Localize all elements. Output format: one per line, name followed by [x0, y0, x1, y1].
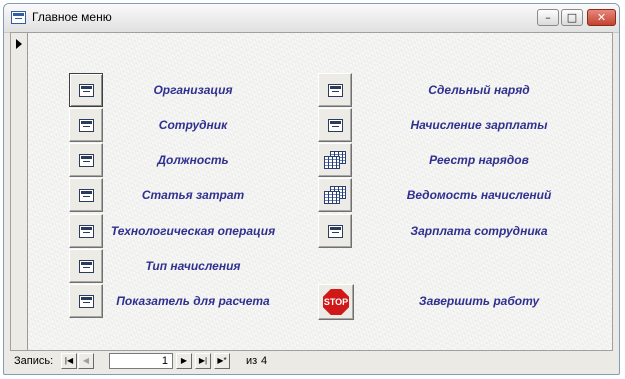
minimize-button[interactable]: –	[537, 9, 559, 26]
menu-button-nachislenie-zarplaty[interactable]	[318, 108, 352, 142]
of-label: из	[246, 355, 258, 367]
form-body: Организация Сотрудник Должность Статья затр…	[10, 32, 613, 351]
menu-button-dolzhnost[interactable]	[69, 143, 103, 177]
menu-label-sotrudnik[interactable]: Сотрудник	[105, 116, 281, 134]
menu-label-dolzhnost[interactable]: Должность	[105, 151, 281, 169]
main-menu-window: Главное меню – □ ✕ Организация Сотрудник Д…	[3, 3, 620, 375]
current-record-arrow-icon	[16, 39, 22, 49]
title-bar[interactable]: Главное меню – □ ✕	[4, 4, 619, 33]
form-icon	[327, 118, 343, 132]
form-icon	[11, 11, 26, 24]
menu-label-tekhnologicheskaya-operatsiya[interactable]: Технологическая операция	[105, 222, 281, 240]
last-record-button[interactable]: ▶|	[195, 353, 211, 369]
menu-button-sdelny-naryad[interactable]	[318, 73, 352, 107]
record-navigation-bar: Запись: |◀ ◀ 1 ▶ ▶| ▶* из 4	[10, 352, 613, 372]
menu-label-organizatsiya[interactable]: Организация	[105, 81, 281, 99]
form-icon	[78, 153, 94, 167]
form-icon	[78, 118, 94, 132]
menu-label-reestr-naryadov[interactable]: Реестр нарядов	[354, 151, 604, 169]
form-icon	[327, 224, 343, 238]
form-icon	[78, 294, 94, 308]
menu-label-tip-nachisleniya[interactable]: Тип начисления	[105, 257, 281, 275]
first-record-button[interactable]: |◀	[61, 353, 77, 369]
previous-record-button[interactable]: ◀	[78, 353, 94, 369]
menu-label-pokazatel-dlya-rascheta[interactable]: Показатель для расчета	[105, 292, 281, 310]
form-icon	[78, 188, 94, 202]
form-icon	[78, 259, 94, 273]
menu-label-statya-zatrat[interactable]: Статья затрат	[105, 186, 281, 204]
next-record-button[interactable]: ▶	[176, 353, 192, 369]
record-selector[interactable]	[11, 33, 28, 350]
menu-button-pokazatel-dlya-rascheta[interactable]	[69, 284, 103, 318]
menu-button-statya-zatrat[interactable]	[69, 178, 103, 212]
window-title: Главное меню	[32, 10, 112, 24]
form-icon	[78, 83, 94, 97]
menu-label-zarplata-sotrudnika[interactable]: Зарплата сотрудника	[354, 222, 604, 240]
menu-button-zavershit-rabotu[interactable]: STOP	[318, 284, 354, 320]
menu-label-nachislenie-zarplaty[interactable]: Начисление зарплаты	[354, 116, 604, 134]
menu-label-sdelny-naryad[interactable]: Сдельный наряд	[354, 81, 604, 99]
menu-button-organizatsiya[interactable]	[69, 73, 103, 107]
menu-button-sotrudnik[interactable]	[69, 108, 103, 142]
report-icon	[324, 151, 346, 169]
current-record-field[interactable]: 1	[109, 353, 173, 369]
stop-icon: STOP	[323, 289, 349, 315]
new-record-button[interactable]: ▶*	[214, 353, 230, 369]
menu-button-tekhnologicheskaya-operatsiya[interactable]	[69, 214, 103, 248]
menu-label-zavershit-rabotu[interactable]: Завершить работу	[354, 292, 604, 310]
form-icon	[327, 83, 343, 97]
record-count: 4	[261, 355, 268, 367]
menu-button-zarplata-sotrudnika[interactable]	[318, 214, 352, 248]
maximize-button[interactable]: □	[561, 9, 583, 26]
menu-label-vedomost-nachisleniy[interactable]: Ведомость начислений	[354, 186, 604, 204]
menu-button-tip-nachisleniya[interactable]	[69, 249, 103, 283]
close-button[interactable]: ✕	[587, 9, 616, 26]
report-icon	[324, 186, 346, 204]
menu-button-reestr-naryadov[interactable]	[318, 143, 352, 177]
form-icon	[78, 224, 94, 238]
menu-button-vedomost-nachisleniy[interactable]	[318, 178, 352, 212]
record-label: Запись:	[14, 355, 54, 367]
